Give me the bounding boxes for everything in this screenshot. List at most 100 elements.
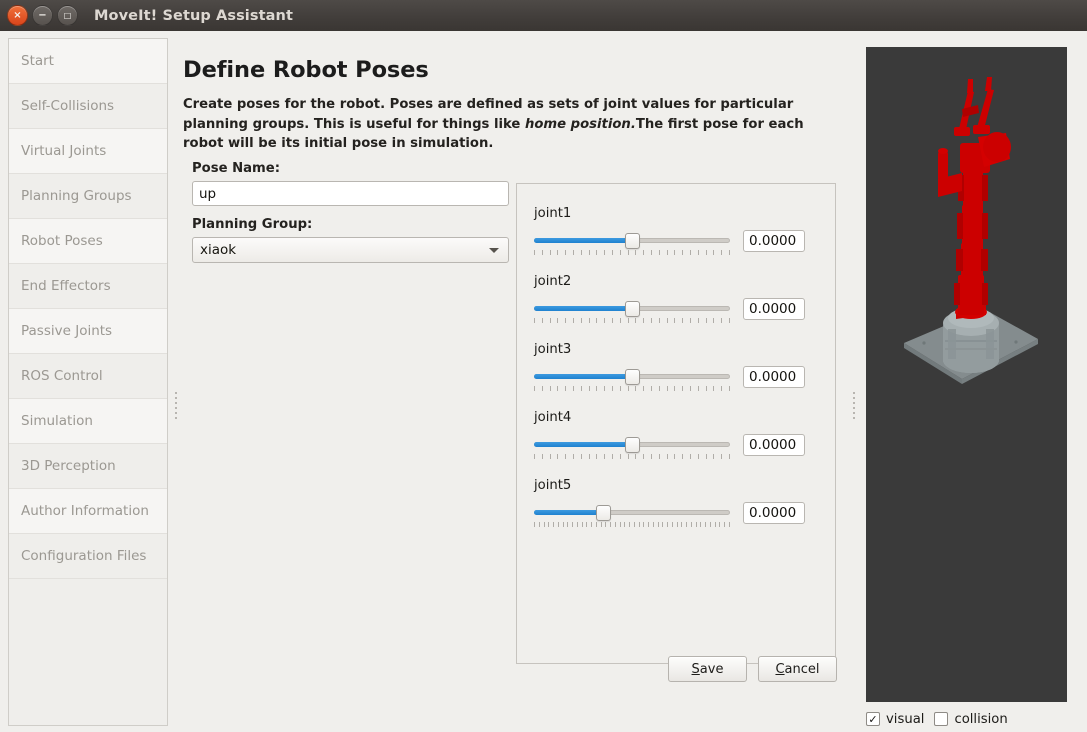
- action-buttons: Save Cancel: [668, 656, 837, 682]
- slider-ticks: [534, 454, 730, 460]
- sidebar-item-simulation[interactable]: Simulation: [9, 399, 167, 444]
- sidebar-item-label: Configuration Files: [21, 548, 147, 564]
- sidebar-item-start[interactable]: Start: [9, 39, 167, 84]
- sidebar-item-virtual-joints[interactable]: Virtual Joints: [9, 129, 167, 174]
- window-controls: × − □: [7, 5, 78, 26]
- sidebar-item-end-effectors[interactable]: End Effectors: [9, 264, 167, 309]
- joint-control-joint2: joint2 0.0000: [534, 274, 824, 326]
- sidebar-item-self-collisions[interactable]: Self-Collisions: [9, 84, 167, 129]
- right-splitter-handle[interactable]: [848, 380, 859, 430]
- joint-control-joint1: joint1 0.0000: [534, 206, 824, 258]
- pose-name-input[interactable]: up: [192, 181, 509, 206]
- minimize-icon[interactable]: −: [32, 5, 53, 26]
- sidebar-item-label: Self-Collisions: [21, 98, 115, 114]
- render-options: ✓ visual collision: [866, 708, 1071, 730]
- slider-handle[interactable]: [625, 233, 640, 249]
- window-title: MoveIt! Setup Assistant: [94, 7, 293, 24]
- pose-name-label: Pose Name:: [192, 161, 281, 176]
- sidebar-item-configuration-files[interactable]: Configuration Files: [9, 534, 167, 579]
- planning-group-select[interactable]: xiaok: [192, 237, 509, 263]
- close-icon[interactable]: ×: [7, 5, 28, 26]
- save-button[interactable]: Save: [668, 656, 747, 682]
- cancel-label-rest: ancel: [784, 661, 820, 677]
- left-splitter-handle[interactable]: [170, 380, 181, 430]
- joint-row: 0.0000: [534, 502, 824, 530]
- chevron-down-icon: [489, 248, 499, 253]
- joint-control-joint3: joint3 0.0000: [534, 342, 824, 394]
- sidebar-item-planning-groups[interactable]: Planning Groups: [9, 174, 167, 219]
- joint-label: joint5: [534, 478, 572, 493]
- joint-slider[interactable]: [534, 300, 730, 326]
- pose-form: Pose Name: up Planning Group: xiaok: [192, 161, 517, 263]
- sidebar-item-label: Simulation: [21, 413, 93, 429]
- planning-group-label: Planning Group:: [192, 217, 313, 232]
- slider-fill: [534, 510, 603, 515]
- navigation-sidebar: Start Self-Collisions Virtual Joints Planni…: [8, 38, 168, 726]
- joint-label: joint3: [534, 342, 572, 357]
- joint-slider[interactable]: [534, 504, 730, 530]
- page-title: Define Robot Poses: [183, 57, 429, 83]
- joint-slider[interactable]: [534, 232, 730, 258]
- save-mnemonic: S: [691, 661, 700, 677]
- joint-sliders-group: joint1 0.0000 joint2 0.0000 joint3 0.0000 join…: [516, 183, 836, 664]
- sidebar-item-label: End Effectors: [21, 278, 111, 294]
- sidebar-item-label: Planning Groups: [21, 188, 132, 204]
- slider-handle[interactable]: [625, 369, 640, 385]
- sidebar-item-ros-control[interactable]: ROS Control: [9, 354, 167, 399]
- joint-label: joint2: [534, 274, 572, 289]
- visual-checkbox[interactable]: ✓ visual: [866, 712, 924, 727]
- slider-ticks: [534, 522, 730, 528]
- sidebar-item-label: Robot Poses: [21, 233, 103, 249]
- joint-control-joint5: joint5 0.0000: [534, 478, 824, 530]
- sidebar-item-3d-perception[interactable]: 3D Perception: [9, 444, 167, 489]
- sidebar-item-label: Author Information: [21, 503, 149, 519]
- window-body: Start Self-Collisions Virtual Joints Planni…: [0, 31, 1087, 732]
- joint-value-input[interactable]: 0.0000: [743, 502, 805, 524]
- save-label-rest: ave: [699, 661, 724, 677]
- cancel-mnemonic: C: [775, 661, 785, 677]
- sidebar-item-label: ROS Control: [21, 368, 103, 384]
- slider-fill: [534, 442, 632, 447]
- joint-value-input[interactable]: 0.0000: [743, 298, 805, 320]
- collision-checkbox-box: [934, 712, 949, 726]
- slider-fill: [534, 306, 632, 311]
- window-titlebar: × − □ MoveIt! Setup Assistant: [0, 0, 1087, 32]
- sidebar-item-label: Virtual Joints: [21, 143, 107, 159]
- joint-control-joint4: joint4 0.0000: [534, 410, 824, 462]
- joint-value-input[interactable]: 0.0000: [743, 230, 805, 252]
- main-panel: Define Robot Poses Create poses for the …: [182, 38, 842, 726]
- sidebar-item-passive-joints[interactable]: Passive Joints: [9, 309, 167, 354]
- sidebar-item-author-information[interactable]: Author Information: [9, 489, 167, 534]
- description-emphasis: home position.: [524, 116, 636, 132]
- joint-label: joint4: [534, 410, 572, 425]
- sidebar-item-label: 3D Perception: [21, 458, 116, 474]
- slider-fill: [534, 374, 632, 379]
- collision-checkbox-label: collision: [954, 711, 1008, 727]
- joint-row: 0.0000: [534, 434, 824, 462]
- moveit-setup-assistant-window: × − □ MoveIt! Setup Assistant Start Self-…: [0, 0, 1087, 732]
- robot-3d-viewport[interactable]: [866, 47, 1067, 702]
- slider-ticks: [534, 250, 730, 256]
- joint-row: 0.0000: [534, 298, 824, 326]
- joint-label: joint1: [534, 206, 572, 221]
- slider-handle[interactable]: [625, 437, 640, 453]
- sidebar-item-robot-poses[interactable]: Robot Poses: [9, 219, 167, 264]
- visual-checkbox-label: visual: [886, 711, 925, 727]
- cancel-button[interactable]: Cancel: [758, 656, 837, 682]
- page-description: Create poses for the robot. Poses are de…: [183, 95, 831, 154]
- maximize-icon[interactable]: □: [57, 5, 78, 26]
- joint-row: 0.0000: [534, 230, 824, 258]
- joint-slider[interactable]: [534, 436, 730, 462]
- slider-fill: [534, 238, 632, 243]
- collision-checkbox[interactable]: collision: [934, 711, 1008, 727]
- planning-group-value: xiaok: [200, 242, 237, 258]
- slider-ticks: [534, 318, 730, 324]
- slider-handle[interactable]: [595, 505, 611, 521]
- joint-slider[interactable]: [534, 368, 730, 394]
- sidebar-item-label: Start: [21, 53, 54, 69]
- joint-value-input[interactable]: 0.0000: [743, 366, 805, 388]
- slider-ticks: [534, 386, 730, 392]
- slider-handle[interactable]: [625, 301, 640, 317]
- joint-value-input[interactable]: 0.0000: [743, 434, 805, 456]
- sidebar-item-label: Passive Joints: [21, 323, 113, 339]
